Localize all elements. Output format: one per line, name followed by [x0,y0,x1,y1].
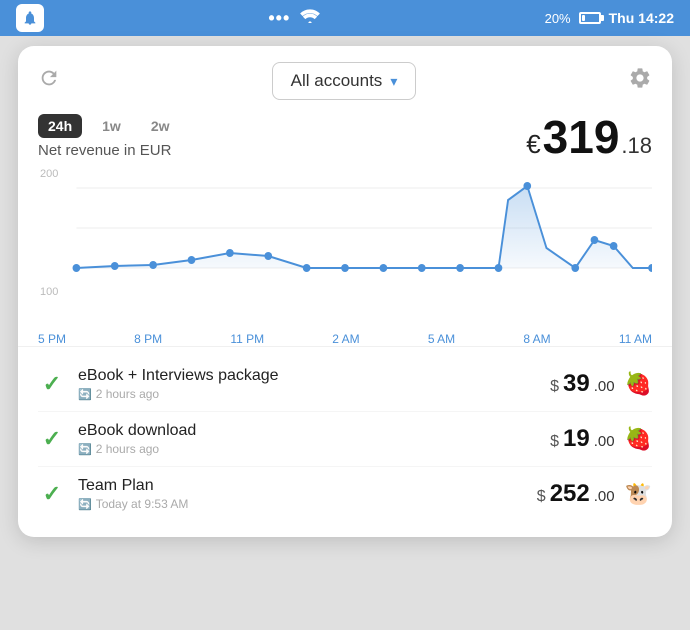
time-label: Today at 9:53 AM [96,497,189,511]
transaction-time: 🔄 2 hours ago [78,442,550,456]
filter-24h[interactable]: 24h [38,114,82,138]
transaction-info: Team Plan 🔄 Today at 9:53 AM [78,477,537,511]
filter-1w[interactable]: 1w [92,114,131,138]
refresh-icon[interactable] [38,67,60,95]
x-label-11am: 11 AM [619,332,652,346]
account-label: All accounts [291,71,383,91]
x-axis-labels: 5 PM 8 PM 11 PM 2 AM 5 AM 8 AM 11 AM [18,328,672,346]
sync-icon: 🔄 [78,498,92,511]
time-label: 2 hours ago [96,387,159,401]
x-label-11pm: 11 PM [230,332,264,346]
amount-currency: $ [550,433,559,451]
status-center: ••• [268,8,320,29]
stats-section: 24h 1w 2w Net revenue in EUR € 319 .18 [18,114,672,168]
y-label-100: 100 [40,286,58,298]
revenue-amount: € 319 .18 [526,114,652,160]
amount-cents: .00 [594,378,615,395]
status-bar: ••• 20% Thu 14:22 [0,0,690,36]
transaction-name: eBook + Interviews package [78,367,550,385]
table-row: ✓ Team Plan 🔄 Today at 9:53 AM $ 252 .00… [38,467,652,521]
ellipsis: ••• [268,8,290,29]
chart-svg [38,168,652,308]
transaction-name: eBook download [78,422,550,440]
revenue-main: 319 [543,114,620,160]
main-card: All accounts ▾ 24h 1w 2w Net revenue in … [18,46,672,537]
card-header: All accounts ▾ [18,46,672,114]
transaction-info: eBook download 🔄 2 hours ago [78,422,550,456]
amount-currency: $ [550,378,559,396]
notification-icon [16,4,44,32]
x-label-8pm: 8 PM [134,332,162,346]
account-dropdown[interactable]: All accounts ▾ [272,62,417,100]
x-label-2am: 2 AM [332,332,359,346]
product-emoji: 🍓 [625,371,652,397]
clock: Thu 14:22 [609,10,674,26]
sync-icon: 🔄 [78,443,92,456]
revenue-cents: .18 [621,133,652,159]
battery-icon [579,12,601,24]
table-row: ✓ eBook + Interviews package 🔄 2 hours a… [38,357,652,412]
currency-symbol: € [526,129,540,160]
wifi-icon [300,9,320,27]
x-label-5am: 5 AM [428,332,455,346]
check-icon: ✓ [38,480,66,508]
left-stats: 24h 1w 2w Net revenue in EUR [38,114,180,159]
amount-currency: $ [537,488,546,506]
amount-main: 39 [563,370,590,398]
transaction-info: eBook + Interviews package 🔄 2 hours ago [78,367,550,401]
amount-main: 252 [550,480,590,508]
battery-percent: 20% [545,11,571,26]
amount-main: 19 [563,425,590,453]
transactions-list: ✓ eBook + Interviews package 🔄 2 hours a… [18,346,672,537]
check-icon: ✓ [38,370,66,398]
x-label-5pm: 5 PM [38,332,66,346]
transaction-time: 🔄 2 hours ago [78,387,550,401]
product-emoji: 🐮 [625,481,652,507]
product-emoji: 🍓 [625,426,652,452]
transaction-name: Team Plan [78,477,537,495]
time-filters: 24h 1w 2w [38,114,180,138]
table-row: ✓ eBook download 🔄 2 hours ago $ 19 .00 … [38,412,652,467]
transaction-time: 🔄 Today at 9:53 AM [78,497,537,511]
net-revenue-label: Net revenue in EUR [38,142,180,159]
x-label-8am: 8 AM [523,332,550,346]
y-axis-labels: 200 100 [40,168,58,298]
transaction-amount: $ 252 .00 [537,480,615,508]
chevron-down-icon: ▾ [390,73,397,90]
transaction-amount: $ 39 .00 [550,370,614,398]
status-right: 20% Thu 14:22 [545,10,674,26]
time-label: 2 hours ago [96,442,159,456]
sync-icon: 🔄 [78,388,92,401]
filter-2w[interactable]: 2w [141,114,180,138]
gear-icon[interactable] [628,66,652,96]
amount-cents: .00 [594,433,615,450]
check-icon: ✓ [38,425,66,453]
amount-cents: .00 [594,488,615,505]
chart-container: 200 100 [18,168,672,328]
y-label-200: 200 [40,168,58,180]
transaction-amount: $ 19 .00 [550,425,614,453]
